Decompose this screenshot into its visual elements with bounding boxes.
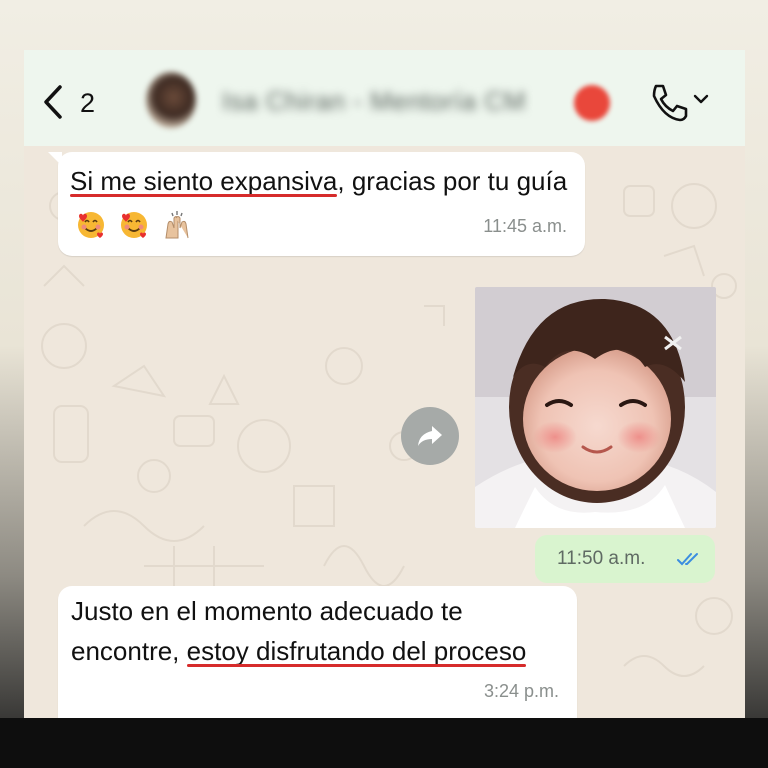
back-arrow-icon[interactable] — [38, 82, 68, 122]
footer-bar — [0, 718, 768, 768]
message-text-segment: , gracias por tu guía — [337, 166, 568, 196]
forward-button[interactable] — [401, 407, 459, 465]
chat-header: 2 Isa Chiran - Mentoría CM — [24, 50, 745, 146]
chat-window: 2 Isa Chiran - Mentoría CM Si me siento … — [24, 50, 745, 718]
incoming-message[interactable]: Justo en el momento adecuado te encontre… — [58, 586, 577, 718]
forward-arrow-icon — [418, 426, 442, 446]
raising-hands-emoji — [165, 211, 189, 239]
contact-name[interactable]: Isa Chiran - Mentoría CM — [222, 86, 526, 117]
underlined-text: estoy disfrutando del proceso — [186, 631, 526, 671]
message-timestamp: 11:50 a.m. — [557, 548, 646, 569]
smiling-face-with-hearts-emoji — [121, 212, 148, 239]
underlined-text: Si me siento expansiva — [70, 161, 338, 201]
emoji-row — [76, 203, 198, 243]
incoming-message[interactable]: Si me siento expansiva, gracias por tu g… — [48, 152, 585, 256]
outgoing-message-status: 11:50 a.m. — [535, 535, 715, 583]
phone-call-icon[interactable] — [646, 80, 690, 124]
child-photo — [475, 287, 716, 528]
status-badge — [574, 85, 610, 121]
smiling-face-with-hearts-emoji — [78, 212, 104, 239]
chevron-down-icon[interactable] — [692, 92, 710, 106]
message-text: Justo en el momento adecuado te encontre… — [71, 591, 571, 671]
image-message[interactable] — [475, 287, 716, 528]
contact-avatar[interactable] — [146, 72, 196, 128]
message-timestamp: 11:45 a.m. — [483, 216, 567, 236]
read-receipt-icon — [677, 553, 698, 566]
unread-count[interactable]: 2 — [80, 88, 95, 119]
message-timestamp: 3:24 p.m. — [483, 681, 559, 701]
bubble-tail — [48, 152, 62, 166]
